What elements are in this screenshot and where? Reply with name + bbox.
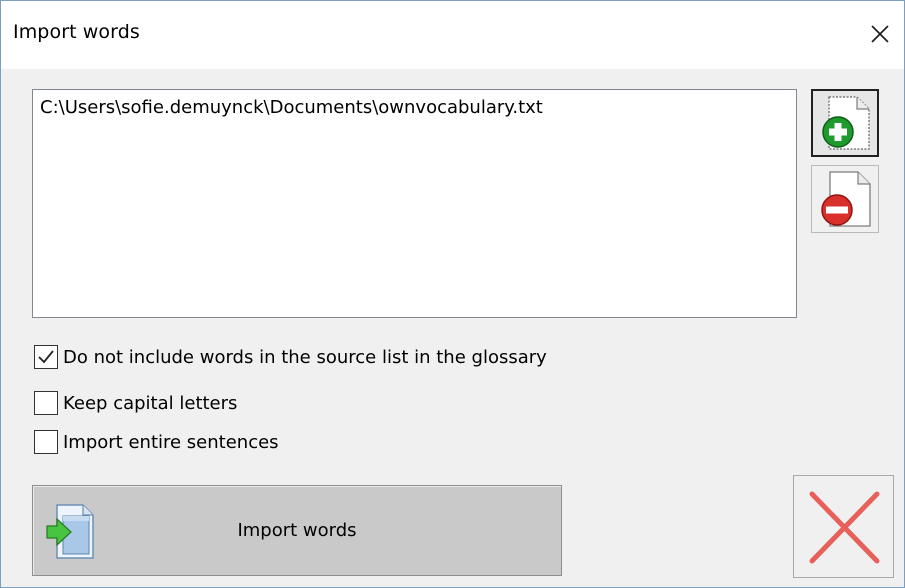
cancel-button[interactable] [793,475,894,578]
add-file-icon [822,96,870,150]
close-button[interactable] [867,21,893,47]
import-words-button[interactable]: Import words [32,485,562,576]
close-icon [871,25,889,43]
add-file-button[interactable] [811,89,879,157]
exclude-source-words-checkbox[interactable] [34,345,58,369]
import-entire-sentences-label: Import entire sentences [63,431,279,453]
keep-capital-letters-label: Keep capital letters [63,392,238,414]
import-words-dialog: Import words C:\Users\sofie.demuynck\Doc… [0,0,905,588]
option-keep-capital-letters[interactable]: Keep capital letters [34,390,237,416]
import-entire-sentences-checkbox[interactable] [34,430,58,454]
remove-file-button[interactable] [811,165,879,233]
import-words-label: Import words [237,520,357,541]
file-list-item[interactable]: C:\Users\sofie.demuynck\Documents\ownvoc… [40,97,543,118]
title-bar: Import words [1,1,904,69]
window-title: Import words [13,21,140,43]
keep-capital-letters-checkbox[interactable] [34,391,58,415]
file-list[interactable]: C:\Users\sofie.demuynck\Documents\ownvoc… [32,89,797,318]
red-x-icon [809,491,880,564]
option-import-entire-sentences[interactable]: Import entire sentences [34,429,279,455]
remove-file-icon [821,171,871,227]
checkmark-icon [38,350,54,364]
option-exclude-source-words[interactable]: Do not include words in the source list … [34,344,547,370]
exclude-source-words-label: Do not include words in the source list … [63,346,547,368]
